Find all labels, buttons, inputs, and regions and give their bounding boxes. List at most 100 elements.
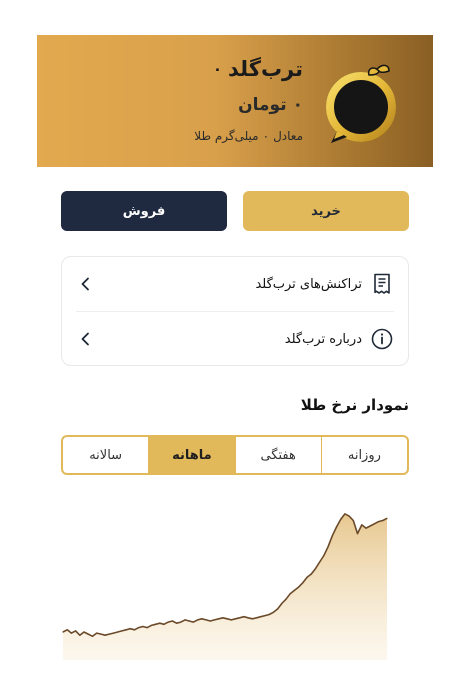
chart-point	[352, 519, 354, 522]
chart-point	[302, 582, 304, 584]
wallet-toman-amount: ۰ تومان	[238, 95, 303, 115]
chart-point	[117, 631, 119, 633]
chart-point	[87, 633, 89, 635]
chart-point	[112, 632, 115, 634]
chart-point	[125, 629, 127, 631]
chart-point	[348, 515, 350, 517]
buy-button[interactable]: خرید	[243, 191, 409, 231]
chart-point	[361, 524, 363, 526]
chart-point	[96, 632, 98, 634]
tab-yearly[interactable]: سالانه	[63, 437, 148, 473]
toman-value: ۰	[292, 95, 303, 115]
chart-point	[62, 631, 64, 633]
tab-monthly[interactable]: ماهانه	[148, 437, 235, 473]
chart-point	[213, 619, 216, 621]
chart-point	[201, 618, 203, 620]
chart-point	[310, 573, 312, 575]
chart-point	[226, 618, 228, 620]
receipt-icon	[370, 272, 394, 296]
wallet-menu-card: تراکنش‌های ترب‌گلد درباره ترب‌گلد	[61, 256, 409, 366]
chart-point	[205, 619, 207, 621]
chart-point	[218, 618, 220, 620]
chart-point	[184, 619, 186, 621]
chart-point	[260, 616, 262, 618]
chart-area-fill	[63, 513, 387, 660]
chevron-left-icon	[76, 275, 94, 293]
chart-point	[176, 622, 178, 624]
chart-point	[83, 631, 85, 633]
chart-point	[356, 533, 359, 535]
chart-point	[66, 629, 68, 631]
sell-button[interactable]: فروش	[61, 191, 227, 231]
chart-point	[230, 619, 232, 621]
chart-point	[285, 598, 287, 600]
chart-point	[155, 623, 157, 625]
chart-point	[289, 593, 291, 595]
chart-point	[70, 632, 72, 634]
chart-point	[150, 624, 152, 626]
chart-point	[121, 630, 123, 632]
menu-item-label: تراکنش‌های ترب‌گلد	[255, 276, 362, 292]
chart-point	[298, 586, 300, 588]
chart-point	[281, 602, 283, 605]
chevron-left-icon	[76, 330, 94, 348]
chart-point	[197, 619, 199, 621]
chart-point	[209, 620, 211, 622]
wallet-name: ترب‌گلد	[228, 57, 303, 81]
chart-point	[373, 523, 375, 525]
menu-item-about[interactable]: درباره ترب‌گلد	[62, 312, 408, 366]
chart-point	[138, 627, 140, 629]
chart-point	[340, 518, 342, 520]
chart-point	[239, 617, 241, 619]
gold-equivalent: معادل ۰ میلی‌گرم طلا	[194, 129, 303, 143]
chart-point	[104, 634, 106, 636]
chart-point	[171, 620, 173, 622]
wallet-balance: ۰	[212, 60, 223, 78]
menu-item-label: درباره ترب‌گلد	[284, 331, 362, 347]
gold-price-chart	[62, 513, 388, 660]
torobgold-logo-icon	[326, 64, 396, 143]
chart-point	[146, 627, 148, 629]
chart-point	[159, 622, 161, 624]
chart-point	[293, 589, 295, 591]
gold-wallet-banner: ترب‌گلد ۰ ۰ تومان معادل ۰ میلی‌گرم طلا	[37, 35, 433, 167]
chart-point	[264, 615, 266, 617]
tab-daily[interactable]: روزانه	[320, 437, 407, 473]
chart-point	[142, 625, 144, 628]
chart-point	[268, 613, 270, 616]
equiv-value: ۰	[262, 129, 270, 143]
chart-point	[163, 623, 165, 625]
info-icon	[370, 327, 394, 351]
chart-point	[91, 635, 94, 637]
chart-section-title: نمودار نرخ طلا	[300, 396, 409, 414]
chart-point	[306, 576, 308, 578]
chart-point	[277, 608, 279, 610]
chart-point	[247, 617, 249, 619]
chart-point	[133, 629, 136, 631]
tab-weekly[interactable]: هفتگی	[234, 437, 321, 473]
chart-point	[327, 546, 329, 548]
chart-point	[222, 617, 224, 619]
chart-point	[79, 634, 81, 636]
chart-point	[344, 513, 346, 515]
chart-point	[386, 517, 388, 519]
chart-point	[234, 618, 237, 620]
toman-unit: تومان	[238, 95, 287, 115]
chart-point	[129, 628, 131, 630]
menu-item-transactions[interactable]: تراکنش‌های ترب‌گلد	[62, 257, 408, 311]
chart-point	[256, 617, 258, 619]
chart-point	[382, 519, 384, 522]
chart-point	[192, 621, 194, 623]
chart-point	[243, 616, 245, 618]
period-tabs: روزانه هفتگی ماهانه سالانه	[61, 435, 409, 475]
wallet-title: ترب‌گلد ۰	[213, 57, 303, 81]
chart-point	[319, 561, 321, 563]
chart-point	[323, 554, 325, 557]
equiv-prefix: معادل	[273, 129, 303, 143]
chart-point	[369, 525, 371, 527]
equiv-unit: میلی‌گرم طلا	[194, 129, 259, 143]
chart-point	[180, 621, 182, 623]
chart-point	[100, 633, 102, 635]
chart-point	[365, 527, 367, 529]
chart-point	[75, 630, 77, 632]
